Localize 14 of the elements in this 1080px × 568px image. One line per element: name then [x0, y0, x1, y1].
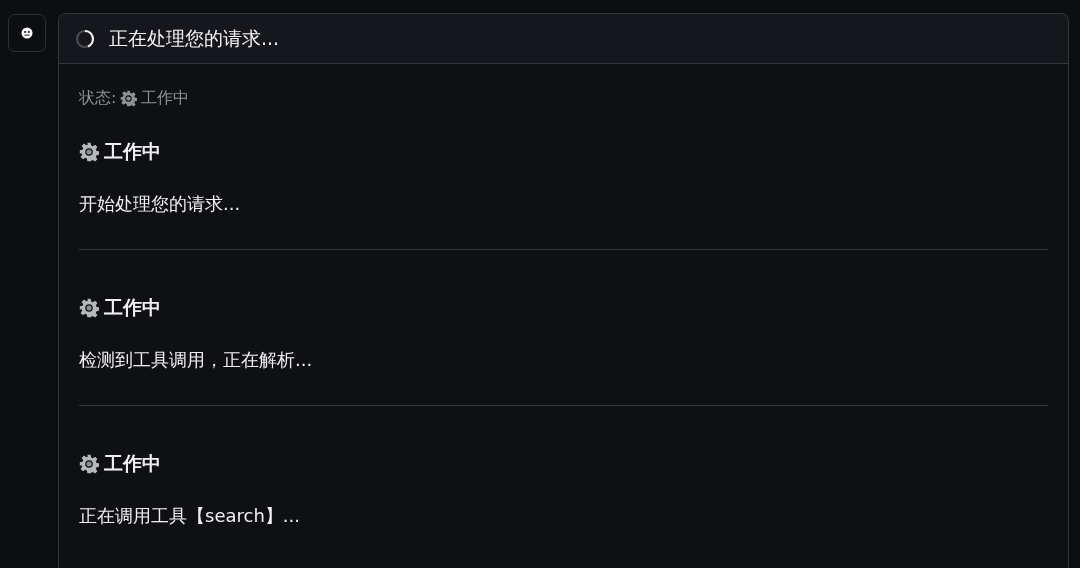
- gear-icon: [79, 454, 99, 474]
- step-title: 工作中: [104, 295, 161, 320]
- loading-spinner-icon: [75, 28, 95, 49]
- step-message: 检测到工具调用，正在解析...: [79, 348, 314, 372]
- step-message: 开始处理您的请求...: [79, 192, 242, 216]
- gear-icon: [79, 142, 99, 162]
- panel-title: 正在处理您的请求...: [109, 25, 280, 51]
- step-title: 工作中: [104, 451, 161, 476]
- step-message: 正在调用工具【search】...: [79, 504, 301, 528]
- gear-icon: [79, 298, 99, 318]
- status-value: 工作中: [141, 87, 190, 109]
- status-label: 状态:: [79, 87, 117, 109]
- gear-icon: [120, 89, 138, 107]
- step-title: 工作中: [104, 139, 161, 164]
